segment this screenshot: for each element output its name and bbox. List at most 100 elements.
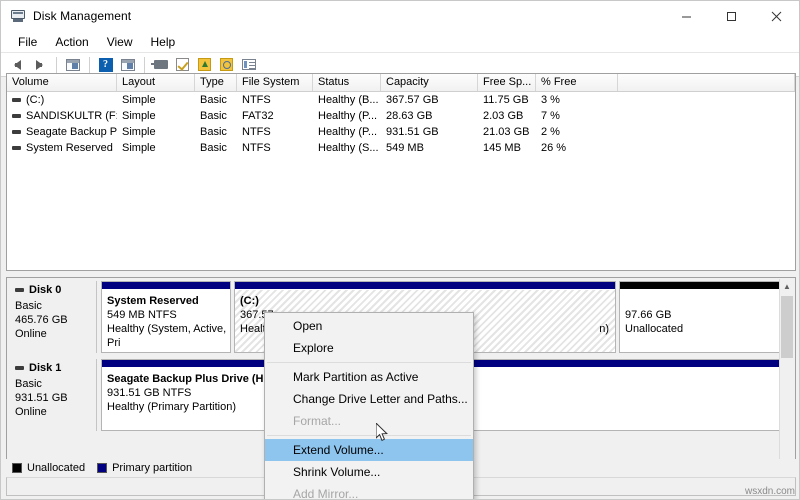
partition-color-bar bbox=[102, 282, 230, 290]
cell-capacity: 28.63 GB bbox=[381, 110, 478, 122]
disk-info-0[interactable]: Disk 0 Basic 465.76 GB Online bbox=[9, 281, 97, 353]
column-header-capacity[interactable]: Capacity bbox=[381, 74, 478, 91]
rescan-disks-icon[interactable] bbox=[150, 55, 171, 75]
volume-list-pane: Volume Layout Type File System Status Ca… bbox=[6, 73, 796, 271]
column-header-volume[interactable]: Volume bbox=[7, 74, 117, 91]
toolbar-separator bbox=[56, 57, 57, 73]
cell-status: Healthy (S... bbox=[313, 142, 381, 154]
column-header-layout[interactable]: Layout bbox=[117, 74, 195, 91]
legend-swatch-primary-partition bbox=[97, 463, 107, 473]
forward-icon[interactable] bbox=[29, 55, 50, 75]
disk-type-1: Basic bbox=[15, 377, 96, 391]
legend-swatch-unallocated bbox=[12, 463, 22, 473]
volume-icon bbox=[12, 114, 21, 118]
partition-body: System Reserved 549 MB NTFS Healthy (Sys… bbox=[102, 290, 230, 352]
menu-view[interactable]: View bbox=[98, 33, 142, 51]
menu-action[interactable]: Action bbox=[46, 33, 97, 51]
column-header-filler bbox=[618, 74, 795, 91]
cell-file-system: NTFS bbox=[237, 142, 313, 154]
partition-title: (C:) bbox=[240, 294, 615, 308]
cell-type: Basic bbox=[195, 94, 237, 106]
legend-label-primary-partition: Primary partition bbox=[112, 462, 192, 474]
column-header-percent-free[interactable]: % Free bbox=[536, 74, 618, 91]
volume-icon bbox=[12, 130, 21, 134]
partition-color-bar bbox=[235, 282, 615, 290]
partition-status: Unallocated bbox=[625, 322, 788, 336]
table-row[interactable]: SANDISKULTR (F:) Simple Basic FAT32 Heal… bbox=[7, 108, 795, 124]
cell-capacity: 931.51 GB bbox=[381, 126, 478, 138]
disk-icon bbox=[15, 288, 24, 292]
table-row[interactable]: System Reserved Simple Basic NTFS Health… bbox=[7, 140, 795, 156]
close-button[interactable] bbox=[754, 1, 799, 31]
table-row[interactable]: (C:) Simple Basic NTFS Healthy (B... 367… bbox=[7, 92, 795, 108]
table-row[interactable]: Seagate Backup Pl... Simple Basic NTFS H… bbox=[7, 124, 795, 140]
disk-state-1: Online bbox=[15, 405, 96, 419]
disk-pane-scrollbar[interactable]: ▲ ▼ bbox=[779, 279, 794, 471]
menu-item-explore[interactable]: Explore bbox=[265, 337, 473, 359]
back-icon[interactable] bbox=[7, 55, 28, 75]
cell-volume: System Reserved bbox=[7, 142, 117, 154]
cell-volume: Seagate Backup Pl... bbox=[7, 126, 117, 138]
show-detail-pane-icon[interactable] bbox=[238, 55, 259, 75]
cell-status: Healthy (P... bbox=[313, 126, 381, 138]
menu-item-open[interactable]: Open bbox=[265, 315, 473, 337]
partition-system-reserved[interactable]: System Reserved 549 MB NTFS Healthy (Sys… bbox=[101, 281, 231, 353]
properties-window-icon[interactable] bbox=[117, 55, 138, 75]
disk-size-0: 465.76 GB bbox=[15, 313, 96, 327]
menu-help[interactable]: Help bbox=[142, 33, 185, 51]
cell-free-space: 145 MB bbox=[478, 142, 536, 154]
cell-free-space: 2.03 GB bbox=[478, 110, 536, 122]
column-header-status[interactable]: Status bbox=[313, 74, 381, 91]
column-header-free-space[interactable]: Free Sp... bbox=[478, 74, 536, 91]
help-icon[interactable]: ? bbox=[95, 55, 116, 75]
menu-item-extend-volume[interactable]: Extend Volume... bbox=[265, 439, 473, 461]
partition-body: 97.66 GB Unallocated bbox=[620, 290, 788, 352]
title-bar: Disk Management bbox=[1, 1, 799, 31]
legend-label-unallocated: Unallocated bbox=[27, 462, 85, 474]
search-disk-icon[interactable] bbox=[216, 55, 237, 75]
menu-item-change-drive-letter-and-paths[interactable]: Change Drive Letter and Paths... bbox=[265, 388, 473, 410]
disk-management-window: Disk Management File Action View Help ? bbox=[0, 0, 800, 500]
cell-percent-free: 3 % bbox=[536, 94, 618, 106]
cell-status: Healthy (P... bbox=[313, 110, 381, 122]
disk-size-1: 931.51 GB bbox=[15, 391, 96, 405]
scroll-up-icon[interactable]: ▲ bbox=[780, 279, 794, 294]
cell-layout: Simple bbox=[117, 126, 195, 138]
menu-item-mark-partition-as-active[interactable]: Mark Partition as Active bbox=[265, 366, 473, 388]
partition-title: System Reserved bbox=[107, 294, 230, 308]
cell-layout: Simple bbox=[117, 94, 195, 106]
context-menu: Open Explore Mark Partition as Active Ch… bbox=[264, 312, 474, 500]
disk-info-1[interactable]: Disk 1 Basic 931.51 GB Online bbox=[9, 359, 97, 431]
cell-layout: Simple bbox=[117, 110, 195, 122]
partition-unallocated[interactable]: 97.66 GB Unallocated bbox=[619, 281, 789, 353]
column-header-file-system[interactable]: File System bbox=[237, 74, 313, 91]
menu-item-shrink-volume[interactable]: Shrink Volume... bbox=[265, 461, 473, 483]
scrollbar-thumb[interactable] bbox=[781, 296, 793, 358]
cell-percent-free: 2 % bbox=[536, 126, 618, 138]
partition-status: Healthy (System, Active, Pri bbox=[107, 322, 230, 350]
window-title: Disk Management bbox=[33, 9, 131, 23]
cell-type: Basic bbox=[195, 126, 237, 138]
disk-management-icon bbox=[10, 8, 26, 24]
window-controls bbox=[664, 1, 799, 31]
disk-name-1: Disk 1 bbox=[15, 362, 96, 374]
partition-color-bar bbox=[620, 282, 788, 290]
cell-volume: (C:) bbox=[7, 94, 117, 106]
show-hide-console-tree-icon[interactable] bbox=[62, 55, 83, 75]
cell-capacity: 549 MB bbox=[381, 142, 478, 154]
cell-file-system: NTFS bbox=[237, 94, 313, 106]
cell-percent-free: 7 % bbox=[536, 110, 618, 122]
menu-bar: File Action View Help bbox=[1, 31, 799, 53]
maximize-button[interactable] bbox=[709, 1, 754, 31]
checkmark-icon[interactable] bbox=[172, 55, 193, 75]
upgrade-disk-icon[interactable] bbox=[194, 55, 215, 75]
minimize-button[interactable] bbox=[664, 1, 709, 31]
disk-name-0: Disk 0 bbox=[15, 284, 96, 296]
menu-item-add-mirror: Add Mirror... bbox=[265, 483, 473, 500]
disk-icon bbox=[15, 366, 24, 370]
column-header-type[interactable]: Type bbox=[195, 74, 237, 91]
disk-type-0: Basic bbox=[15, 299, 96, 313]
toolbar-separator bbox=[144, 57, 145, 73]
menu-file[interactable]: File bbox=[9, 33, 46, 51]
cell-status: Healthy (B... bbox=[313, 94, 381, 106]
